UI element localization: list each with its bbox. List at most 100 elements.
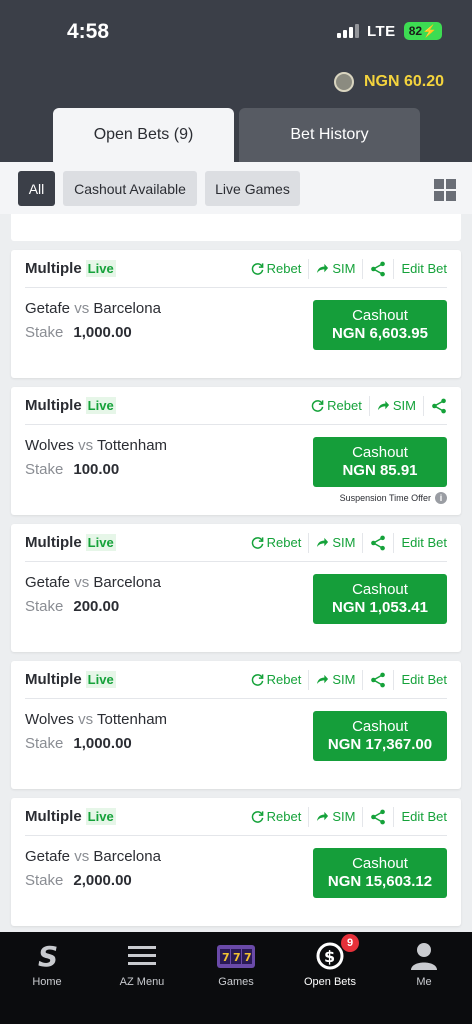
bet-card-header: Multiple Live Rebet SIM Edit Bet [25,661,447,699]
stake-amount: 1,000.00 [73,324,132,341]
stake-amount: 200.00 [73,598,120,615]
vs-label: vs [74,574,90,591]
edit-bet-button[interactable]: Edit Bet [394,807,447,827]
nav-open-bets[interactable]: $ 9 Open Bets [290,934,370,988]
cashout-button[interactable]: Cashout NGN 15,603.12 [313,848,447,898]
rebet-label: Rebet [266,261,302,276]
rebet-label: Rebet [266,672,302,687]
share-arrow-icon [316,810,329,823]
vs-label: vs [78,711,94,728]
bet-actions: Rebet SIM [304,395,447,416]
svg-text:7: 7 [222,951,230,964]
battery-icon: 82 ⚡ [403,22,442,40]
slot-machine-icon: 777 [216,940,256,972]
sporty-logo-icon: S [35,940,59,972]
nav-games[interactable]: 777 Games [196,940,276,988]
nav-az-menu-label: AZ Menu [119,976,165,988]
match-teams: Wolves vs Tottenham [25,437,167,454]
rebet-button[interactable]: Rebet [244,258,310,279]
cashout-amount: NGN 1,053.41 [332,599,428,616]
share-button[interactable] [363,669,395,690]
rebet-button[interactable]: Rebet [244,669,310,690]
live-badge: Live [85,808,116,825]
sim-label: SIM [392,398,416,413]
share-icon [370,535,386,551]
match-teams: Getafe vs Barcelona [25,574,161,591]
share-arrow-icon [316,536,329,549]
rebet-button[interactable]: Rebet [304,395,370,416]
cashout-button[interactable]: Cashout NGN 85.91 [313,437,447,487]
match-teams: Getafe vs Barcelona [25,300,161,317]
bet-card[interactable]: Multiple Live Rebet SIM Edit Bet Getafe vs Ba… [11,798,461,926]
bet-card[interactable]: Multiple Live Rebet SIM Edit Bet Getafe vs Ba… [11,524,461,652]
bet-card[interactable]: Multiple Live Rebet SIM Edit Bet Getafe vs Ba… [11,250,461,378]
nav-home[interactable]: S Home [7,940,87,988]
cashout-button[interactable]: Cashout NGN 6,603.95 [313,300,447,350]
cashout-amount: NGN 6,603.95 [332,325,428,342]
nav-games-label: Games [218,976,254,988]
filter-live-games[interactable]: Live Games [205,171,300,206]
stake-amount: 2,000.00 [73,872,132,889]
rebet-button[interactable]: Rebet [244,806,310,827]
filter-cashout-available[interactable]: Cashout Available [63,171,197,206]
bet-card[interactable]: Multiple Live Rebet SIM Edit Bet Wolves vs To… [11,661,461,789]
nav-az-menu[interactable]: AZ Menu [102,940,182,988]
sim-label: SIM [332,809,356,824]
share-arrow-icon [377,399,390,412]
share-button[interactable] [363,532,395,553]
sim-label: SIM [332,261,356,276]
rebet-button[interactable]: Rebet [244,532,310,553]
nav-me[interactable]: Me [384,940,464,988]
stake-row: Stake 100.00 [25,461,119,478]
cashout-button[interactable]: Cashout NGN 17,367.00 [313,711,447,761]
share-button[interactable] [424,396,447,416]
share-icon [370,672,386,688]
home-team: Wolves [25,711,74,728]
away-team: Tottenham [96,437,168,454]
bet-actions: Rebet SIM Edit Bet [244,806,447,827]
tab-open-bets[interactable]: Open Bets (9) [53,108,234,162]
sim-button[interactable]: SIM [309,532,364,553]
away-team: Tottenham [96,711,168,728]
bet-actions: Rebet SIM Edit Bet [244,532,447,553]
info-icon[interactable]: i [435,492,447,504]
share-button[interactable] [363,258,395,279]
sim-button[interactable]: SIM [309,806,364,827]
home-team: Getafe [25,848,71,865]
share-icon [431,398,447,414]
bet-type: Multiple [25,808,82,825]
stake-row: Stake 2,000.00 [25,872,132,889]
previous-card-fragment [11,214,461,241]
bet-card[interactable]: Multiple Live Rebet SIM Wolves vs Tottenham S… [11,387,461,515]
edit-bet-button[interactable]: Edit Bet [394,259,447,279]
sim-button[interactable]: SIM [370,395,424,416]
cashout-amount: NGN 17,367.00 [327,736,433,753]
stake-amount: 1,000.00 [73,735,132,752]
filter-bar: All Cashout Available Live Games [0,162,472,214]
open-bets-badge: 9 [341,934,359,952]
edit-bet-button[interactable]: Edit Bet [394,533,447,553]
sim-label: SIM [332,535,356,550]
share-button[interactable] [363,806,395,827]
away-team: Barcelona [93,848,161,865]
balance-display[interactable]: NGN 60.20 [333,72,444,92]
stake-row: Stake 200.00 [25,598,119,615]
tab-bet-history[interactable]: Bet History [239,108,420,162]
cashout-label: Cashout [352,444,408,461]
away-team: Barcelona [93,574,161,591]
refresh-icon [251,810,264,823]
bet-type: Multiple [25,534,82,551]
sim-button[interactable]: SIM [309,258,364,279]
svg-text:S: S [38,941,58,971]
filter-all[interactable]: All [18,171,55,206]
sim-button[interactable]: SIM [309,669,364,690]
match-teams: Wolves vs Tottenham [25,711,167,728]
stake-label: Stake [25,324,64,341]
avatar[interactable] [333,72,354,92]
edit-bet-button[interactable]: Edit Bet [394,670,447,690]
svg-text:7: 7 [244,951,252,964]
cashout-button[interactable]: Cashout NGN 1,053.41 [313,574,447,624]
bet-card-header: Multiple Live Rebet SIM [25,387,447,425]
grid-view-icon[interactable] [434,179,456,201]
balance-amount: NGN 60.20 [363,73,444,90]
